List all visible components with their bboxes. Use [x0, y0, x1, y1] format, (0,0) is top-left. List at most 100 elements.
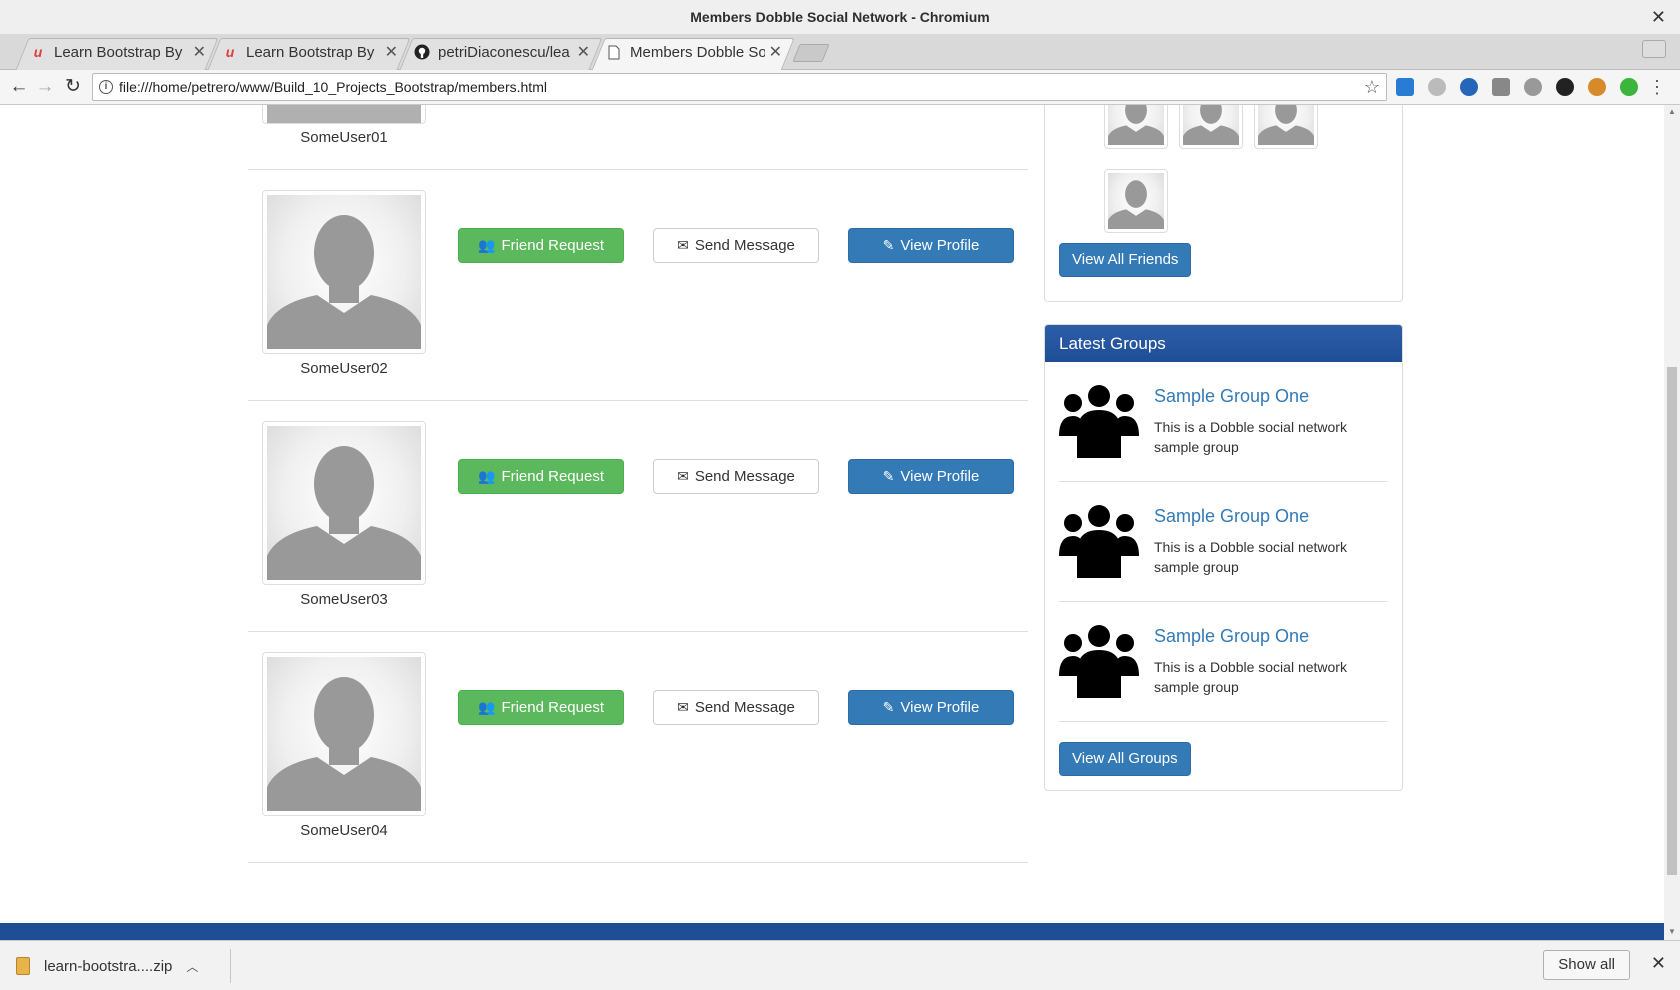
window-titlebar: Members Dobble Social Network - Chromium…	[0, 0, 1680, 34]
udemy-icon: u	[33, 44, 43, 60]
member-username[interactable]: SomeUser02	[262, 360, 426, 377]
avatar	[267, 105, 421, 123]
member-row: SomeUser02 👥 Friend Request ✉ Send Message…	[248, 170, 1028, 401]
member-avatar[interactable]	[262, 652, 426, 816]
tab-content-1: u Learn Bootstrap By ✕	[30, 40, 206, 64]
avatar	[1108, 105, 1164, 145]
button-label: View Profile	[900, 699, 980, 716]
download-extension-icon[interactable]	[1492, 78, 1510, 96]
reload-icon[interactable]: ↻	[62, 76, 84, 98]
tab-content-4: Members Dobble So ✕	[606, 40, 782, 64]
users-icon: 👥	[478, 468, 496, 484]
chevron-up-icon[interactable]: ︿	[186, 958, 198, 975]
button-label: Friend Request	[501, 237, 604, 254]
group-title-link[interactable]: Sample Group One	[1154, 506, 1309, 527]
tab-label: Members Dobble So	[630, 43, 765, 61]
view-profile-button[interactable]: ✎ View Profile	[848, 228, 1014, 263]
group-item: Sample Group One This is a Dobble social…	[1059, 362, 1387, 482]
users-group-icon	[1059, 505, 1139, 578]
extension-shield-icon[interactable]	[1428, 78, 1446, 96]
tab-close-icon[interactable]: ✕	[385, 42, 398, 62]
member-username[interactable]: SomeUser01	[262, 129, 426, 146]
group-title-link[interactable]: Sample Group One	[1154, 386, 1309, 407]
page-icon	[606, 44, 622, 60]
bookmark-star-icon[interactable]: ☆	[1364, 77, 1380, 98]
send-message-button[interactable]: ✉ Send Message	[653, 459, 819, 494]
forward-arrow-icon[interactable]: →	[34, 76, 56, 98]
button-label: Friend Request	[501, 699, 604, 716]
tab-close-icon[interactable]: ✕	[193, 42, 206, 62]
users-icon: 👥	[478, 699, 496, 715]
send-message-button[interactable]: ✉ Send Message	[653, 228, 819, 263]
extension-blue-icon[interactable]	[1396, 78, 1414, 96]
avatar	[267, 426, 421, 580]
button-label: Send Message	[694, 468, 795, 485]
browser-menu-icon[interactable]: ⋮	[1648, 78, 1666, 96]
new-tab-button[interactable]	[792, 44, 830, 62]
recycle-extension-icon[interactable]	[1524, 78, 1542, 96]
tab-label: Learn Bootstrap By	[246, 43, 375, 61]
show-all-downloads-button[interactable]: Show all	[1543, 950, 1630, 980]
extension-orange-icon[interactable]	[1588, 78, 1606, 96]
friend-request-button[interactable]: 👥 Friend Request	[458, 459, 624, 494]
member-avatar[interactable]	[262, 105, 426, 124]
send-message-button[interactable]: ✉ Send Message	[653, 690, 819, 725]
zip-file-icon	[16, 957, 30, 975]
group-title-link[interactable]: Sample Group One	[1154, 626, 1309, 647]
extension-bird-icon[interactable]	[1460, 78, 1478, 96]
info-icon[interactable]: i	[99, 80, 113, 94]
view-all-groups-button[interactable]: View All Groups	[1059, 742, 1191, 776]
close-shelf-icon[interactable]: ✕	[1651, 953, 1666, 974]
friend-request-button[interactable]: 👥 Friend Request	[458, 228, 624, 263]
member-avatar[interactable]	[262, 190, 426, 354]
member-username[interactable]: SomeUser03	[262, 591, 426, 608]
address-bar[interactable]: i file:///home/petrero/www/Build_10_Proj…	[92, 73, 1387, 101]
tab-content-3: petriDiaconescu/lea ✕	[414, 40, 590, 64]
member-username[interactable]: SomeUser04	[262, 822, 426, 839]
profile-icon[interactable]	[1642, 40, 1666, 58]
users-icon: 👥	[478, 237, 496, 253]
friend-request-button[interactable]: 👥 Friend Request	[458, 690, 624, 725]
member-row: SomeUser04 👥 Friend Request ✉ Send Message…	[248, 632, 1028, 863]
browser-toolbar: ← → ↻ i file:///home/petrero/www/Build_1…	[0, 70, 1680, 105]
button-label: Friend Request	[501, 468, 604, 485]
tab-content-2: u Learn Bootstrap By ✕	[222, 40, 398, 64]
friend-thumbnail[interactable]	[1254, 105, 1318, 149]
tab-close-icon[interactable]: ✕	[769, 42, 782, 62]
avatar	[1183, 105, 1239, 145]
extension-dark-icon[interactable]	[1556, 78, 1574, 96]
page-viewport: SomeUser01 SomeUser02 👥 Friend Request ✉ S…	[0, 105, 1664, 940]
window-title: Members Dobble Social Network - Chromium	[690, 9, 990, 25]
udemy-icon: u	[225, 44, 235, 60]
button-label: View Profile	[900, 237, 980, 254]
scroll-down-arrow-icon[interactable]: ▼	[1668, 927, 1676, 936]
avatar	[1258, 105, 1314, 145]
scroll-up-arrow-icon[interactable]: ▲	[1668, 107, 1676, 116]
extension-green-icon[interactable]	[1620, 78, 1638, 96]
avatar	[1108, 173, 1164, 229]
group-description: This is a Dobble social network sample g…	[1154, 419, 1347, 455]
member-avatar[interactable]	[262, 421, 426, 585]
scrollbar-thumb[interactable]	[1667, 367, 1677, 875]
envelope-icon: ✉	[677, 468, 689, 484]
tab-strip: u Learn Bootstrap By ✕ u Learn Bootstrap…	[0, 34, 1680, 71]
back-arrow-icon[interactable]: ←	[8, 76, 30, 98]
tab-close-icon[interactable]: ✕	[577, 42, 590, 62]
download-item[interactable]: learn-bootstra....zip ︿	[16, 949, 198, 983]
view-all-friends-button[interactable]: View All Friends	[1059, 243, 1192, 277]
friend-thumbnail[interactable]	[1179, 105, 1243, 149]
view-profile-button[interactable]: ✎ View Profile	[848, 459, 1014, 494]
page-scrollbar[interactable]: ▲ ▼	[1664, 105, 1680, 940]
github-icon	[414, 44, 430, 60]
download-filename: learn-bootstra....zip	[44, 957, 173, 975]
friend-thumbnail[interactable]	[1104, 169, 1168, 233]
address-url: file:///home/petrero/www/Build_10_Projec…	[119, 79, 547, 95]
friends-panel: View All Friends	[1044, 105, 1403, 302]
window-close-icon[interactable]: ✕	[1651, 0, 1666, 34]
group-description: This is a Dobble social network sample g…	[1154, 539, 1347, 575]
view-profile-button[interactable]: ✎ View Profile	[848, 690, 1014, 725]
edit-icon: ✎	[882, 237, 895, 253]
panel-heading: Latest Groups	[1045, 325, 1402, 362]
tab-label: Learn Bootstrap By	[54, 43, 183, 61]
friend-thumbnail[interactable]	[1104, 105, 1168, 149]
